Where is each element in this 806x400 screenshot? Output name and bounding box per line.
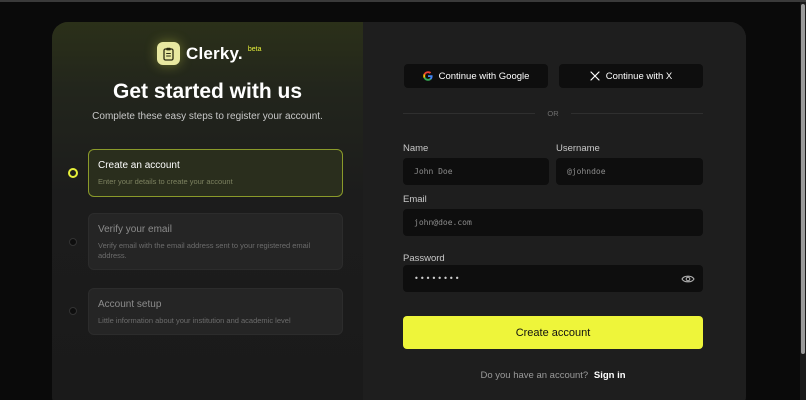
- step-title: Create an account: [98, 160, 180, 171]
- name-input[interactable]: [403, 158, 549, 185]
- eye-icon[interactable]: [681, 274, 695, 284]
- signin-link[interactable]: Sign in: [594, 370, 626, 381]
- username-input[interactable]: [556, 158, 703, 185]
- signup-card: Clerky. beta Get started with us Complet…: [52, 22, 746, 400]
- step-title: Account setup: [98, 299, 162, 310]
- google-signin-button[interactable]: Continue with Google: [404, 64, 548, 88]
- brand-name: Clerky.: [186, 43, 243, 63]
- or-label: OR: [547, 108, 559, 118]
- step-description: Little information about your institutio…: [98, 316, 291, 325]
- username-label: Username: [556, 143, 600, 154]
- brand-logo: Clerky. beta: [157, 42, 261, 65]
- email-input[interactable]: [403, 209, 703, 236]
- x-button-label: Continue with X: [605, 70, 673, 82]
- divider-line: [403, 112, 536, 114]
- browser-top-border: [0, 0, 806, 2]
- step-description: Enter your details to create your accoun…: [98, 177, 233, 186]
- step-indicator-3: [69, 307, 77, 315]
- step-verify-email[interactable]: Verify your email Verify email with the …: [88, 213, 343, 270]
- or-divider: OR: [403, 108, 703, 118]
- google-button-label: Continue with Google: [438, 70, 530, 82]
- password-input[interactable]: [403, 265, 703, 292]
- beta-badge: beta: [247, 46, 262, 53]
- signin-prompt: Do you have an account? Sign in: [403, 370, 703, 381]
- page-subtitle: Complete these easy steps to register yo…: [92, 111, 323, 122]
- step-indicator-1: [68, 168, 78, 178]
- step-indicator-2: [69, 238, 77, 246]
- x-logo-icon: [590, 71, 600, 81]
- x-signin-button[interactable]: Continue with X: [559, 64, 703, 88]
- step-create-account[interactable]: Create an account Enter your details to …: [88, 149, 343, 197]
- divider-line: [570, 112, 703, 114]
- clipboard-icon: [157, 42, 180, 65]
- step-title: Verify your email: [98, 224, 172, 235]
- step-description: Verify email with the email address sent…: [98, 241, 311, 260]
- password-label: Password: [403, 253, 445, 264]
- email-label: Email: [403, 194, 427, 205]
- google-icon: [422, 71, 433, 81]
- scrollbar-thumb[interactable]: [801, 4, 805, 354]
- step-account-setup[interactable]: Account setup Little information about y…: [88, 288, 343, 335]
- name-label: Name: [403, 143, 429, 154]
- signin-prompt-text: Do you have an account?: [480, 370, 589, 381]
- create-account-button[interactable]: Create account: [403, 316, 703, 349]
- steps-panel: Clerky. beta Get started with us Complet…: [52, 22, 363, 400]
- signup-form-panel: Continue with Google Continue with X OR …: [363, 22, 746, 400]
- page-title: Get started with us: [112, 80, 303, 103]
